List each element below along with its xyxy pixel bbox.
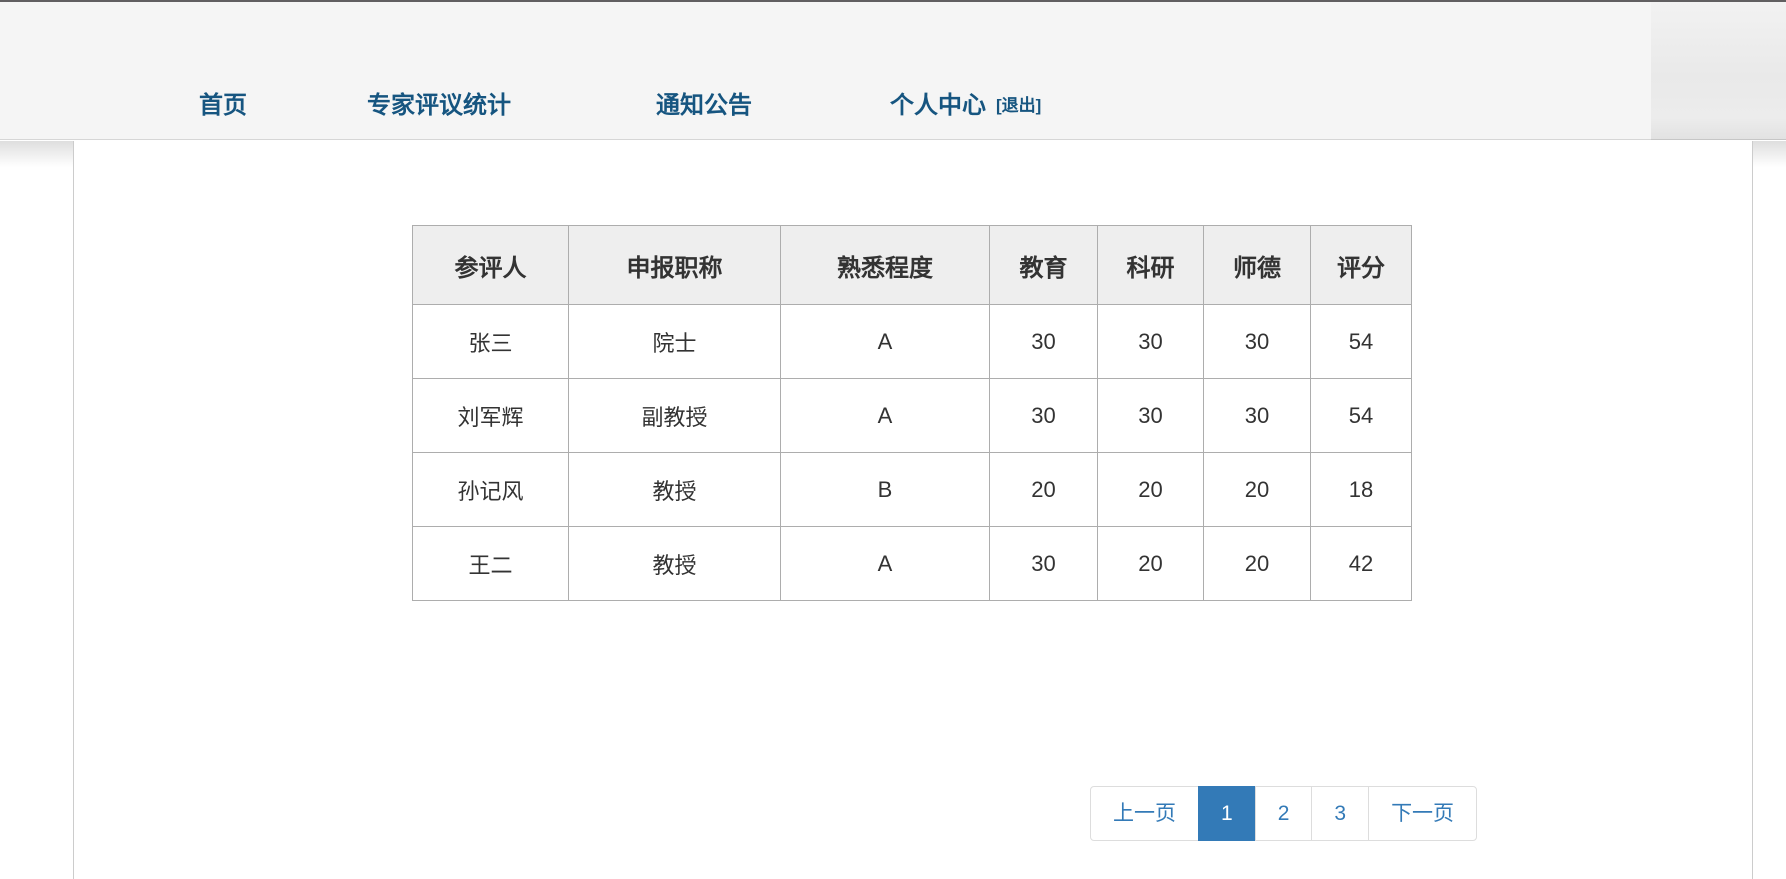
table-cell: B	[780, 452, 990, 527]
pagination-list: 上一页 1 2 3 下一页	[1090, 786, 1478, 841]
table-cell: 20	[1203, 452, 1311, 527]
table-row: 王二 教授 A 30 20 20 42	[412, 526, 1412, 601]
review-scores-table: 参评人 申报职称 熟悉程度 教育 科研 师德 评分 张三 院士 A 30 30 30 54 刘军辉 副教授 A…	[412, 225, 1412, 601]
pagination-item: 1	[1198, 786, 1256, 841]
right-gutter-shadow	[1753, 141, 1786, 167]
pagination-item: 上一页	[1090, 786, 1199, 841]
column-header: 科研	[1097, 225, 1204, 305]
table-row: 孙记风 教授 B 20 20 20 18	[412, 452, 1412, 527]
table-cell: 副教授	[568, 378, 781, 453]
table-cell: 张三	[412, 304, 569, 379]
nav-item-expert-review-stats[interactable]: 专家评议统计	[367, 92, 511, 120]
window-top-edge	[0, 0, 1786, 2]
table-cell: 30	[1203, 378, 1311, 453]
table-cell: 30	[1203, 304, 1311, 379]
pagination-prev-button[interactable]: 上一页	[1090, 786, 1199, 841]
table-cell: 刘军辉	[412, 378, 569, 453]
column-header: 熟悉程度	[780, 225, 990, 305]
page: 首页 专家评议统计 通知公告 个人中心 [退出] 参评人 申报职称 熟悉程度 教育 科研师…	[0, 0, 1786, 879]
table-cell: A	[780, 378, 990, 453]
table-header-row: 参评人 申报职称 熟悉程度 教育 科研 师德 评分	[412, 225, 1412, 305]
nav-item-personal-center[interactable]: 个人中心 [退出]	[890, 92, 1041, 120]
table-cell: 王二	[412, 526, 569, 601]
table-cell: 54	[1310, 304, 1412, 379]
table-cell: 20	[1097, 526, 1204, 601]
table-cell: A	[780, 304, 990, 379]
table-cell: 教授	[568, 452, 781, 527]
pagination: 上一页 1 2 3 下一页	[1090, 786, 1478, 841]
table-cell: 20	[1203, 526, 1311, 601]
table-row: 张三 院士 A 30 30 30 54	[412, 304, 1412, 379]
column-header: 参评人	[412, 225, 569, 305]
table-body: 张三 院士 A 30 30 30 54 刘军辉 副教授 A 30 30 30 54 孙记风 教授 B 20 20 20…	[412, 304, 1412, 601]
content-left-border	[73, 141, 74, 879]
pagination-page-1[interactable]: 1	[1198, 786, 1256, 841]
column-header: 师德	[1203, 225, 1311, 305]
logout-link[interactable]: [退出]	[996, 96, 1041, 115]
column-header: 申报职称	[568, 225, 781, 305]
column-header: 评分	[1310, 225, 1412, 305]
pagination-page-2[interactable]: 2	[1254, 786, 1313, 841]
table-row: 刘军辉 副教授 A 30 30 30 54	[412, 378, 1412, 453]
pagination-page-3[interactable]: 3	[1311, 786, 1370, 841]
content-right-border	[1752, 141, 1753, 879]
column-header: 教育	[989, 225, 1098, 305]
table-header: 参评人 申报职称 熟悉程度 教育 科研 师德 评分	[412, 225, 1412, 305]
table-cell: 20	[1097, 452, 1204, 527]
main-content: 参评人 申报职称 熟悉程度 教育 科研 师德 评分 张三 院士 A 30 30 30 54 刘军辉 副教授 A…	[0, 141, 1786, 879]
header-right-panel	[1651, 0, 1786, 140]
table-cell: 教授	[568, 526, 781, 601]
table-cell: 42	[1310, 526, 1412, 601]
table-cell: 30	[1097, 378, 1204, 453]
table-cell: 30	[989, 304, 1098, 379]
nav-item-notices[interactable]: 通知公告	[656, 92, 752, 120]
nav-item-home[interactable]: 首页	[199, 92, 247, 120]
table-cell: 30	[989, 526, 1098, 601]
pagination-item: 3	[1311, 786, 1370, 841]
table-cell: 院士	[568, 304, 781, 379]
left-gutter-shadow	[0, 141, 73, 167]
table-cell: 20	[989, 452, 1098, 527]
table-cell: 30	[989, 378, 1098, 453]
table-cell: 18	[1310, 452, 1412, 527]
table-cell: 孙记风	[412, 452, 569, 527]
table-cell: 54	[1310, 378, 1412, 453]
personal-center-label: 个人中心	[890, 92, 986, 119]
table-cell: 30	[1097, 304, 1204, 379]
pagination-next-button[interactable]: 下一页	[1368, 786, 1478, 841]
table-cell: A	[780, 526, 990, 601]
pagination-item: 2	[1254, 786, 1313, 841]
pagination-item: 下一页	[1368, 786, 1478, 841]
top-navbar: 首页 专家评议统计 通知公告 个人中心 [退出]	[0, 0, 1786, 140]
